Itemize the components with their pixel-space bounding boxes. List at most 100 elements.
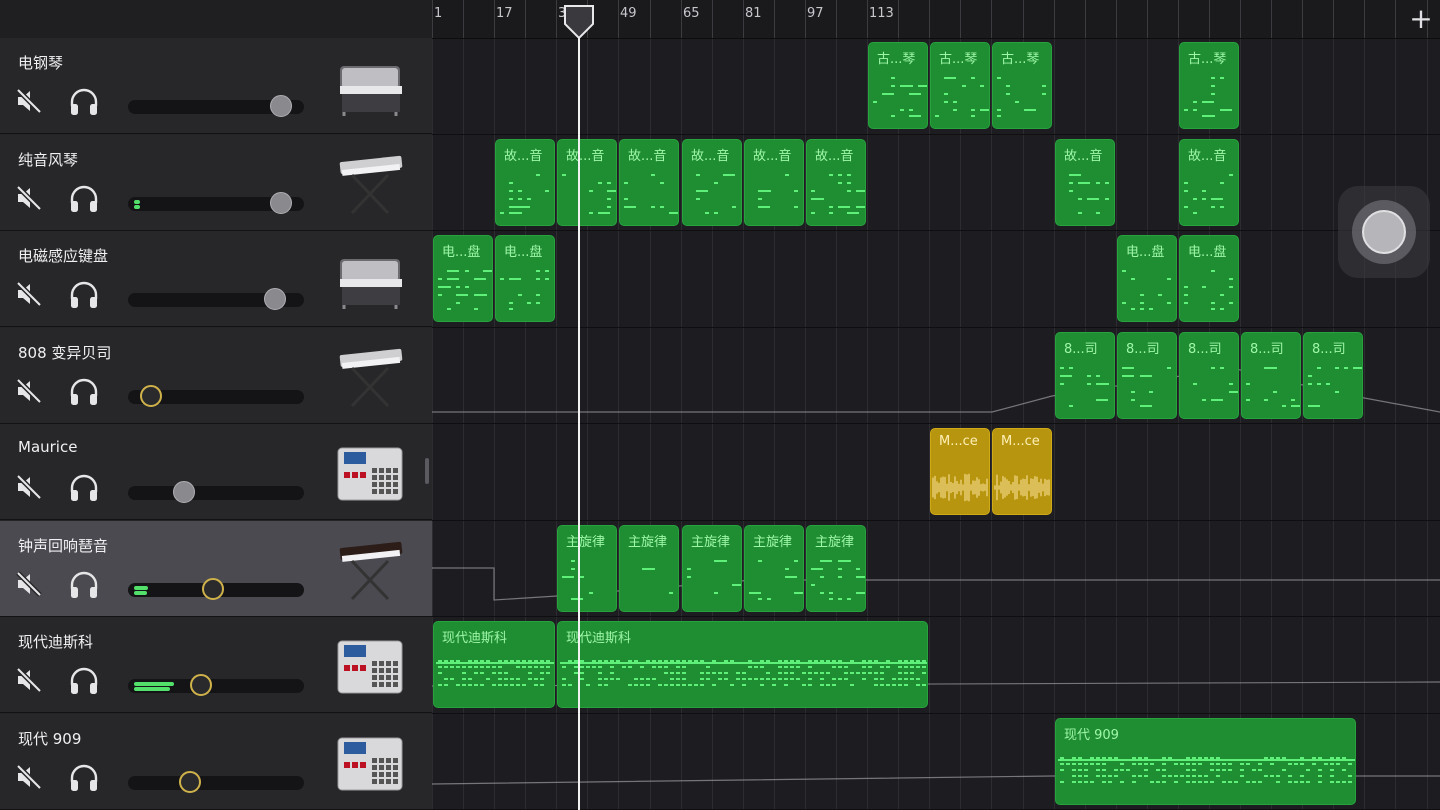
panel-resize-handle[interactable]: [425, 458, 429, 484]
midi-note: [1264, 757, 1268, 759]
track-header[interactable]: Maurice: [0, 424, 432, 520]
track-header[interactable]: 纯音风琴: [0, 134, 432, 231]
midi-note: [1084, 769, 1088, 771]
midi-note: [802, 684, 806, 686]
region[interactable]: 古...琴: [992, 42, 1052, 129]
region[interactable]: 8...司: [1055, 332, 1115, 419]
region[interactable]: 8...司: [1241, 332, 1301, 419]
playhead-handle[interactable]: [562, 4, 596, 40]
midi-note: [1140, 294, 1144, 296]
midi-note: [1102, 757, 1106, 759]
midi-note: [483, 294, 487, 296]
solo-button[interactable]: [68, 281, 100, 309]
mute-button[interactable]: [15, 570, 43, 597]
mute-button[interactable]: [15, 377, 43, 404]
midi-note: [785, 174, 789, 176]
region[interactable]: 故...音: [557, 139, 617, 226]
region[interactable]: 电...盘: [433, 235, 493, 322]
region[interactable]: 古...琴: [930, 42, 990, 129]
region[interactable]: 现代迪斯科: [557, 621, 928, 708]
region[interactable]: 故...音: [619, 139, 679, 226]
region[interactable]: 电...盘: [495, 235, 555, 322]
region[interactable]: 故...音: [1179, 139, 1239, 226]
solo-button[interactable]: [68, 667, 100, 695]
volume-knob[interactable]: [179, 770, 202, 793]
midi-note: [1211, 77, 1215, 79]
volume-slider[interactable]: [128, 384, 304, 407]
midi-note: [758, 198, 762, 200]
solo-button[interactable]: [68, 378, 100, 406]
midi-note: [1252, 781, 1256, 783]
region[interactable]: 现代 909: [1055, 718, 1356, 805]
midi-note: [829, 206, 833, 208]
volume-knob[interactable]: [201, 577, 224, 600]
midi-note: [1258, 763, 1262, 765]
midi-note: [528, 660, 532, 662]
solo-button[interactable]: [68, 185, 100, 213]
mute-button[interactable]: [15, 88, 43, 114]
region[interactable]: 现代迪斯科: [433, 621, 555, 708]
region[interactable]: 故...音: [744, 139, 804, 226]
track-header[interactable]: 钟声回响琶音: [0, 520, 432, 617]
region[interactable]: 故...音: [1055, 139, 1115, 226]
solo-button[interactable]: [68, 764, 100, 792]
volume-slider[interactable]: [128, 95, 304, 117]
region[interactable]: M...ce: [992, 428, 1052, 515]
solo-button[interactable]: [68, 571, 100, 599]
region[interactable]: 故...音: [495, 139, 555, 226]
midi-note: [652, 678, 656, 680]
region[interactable]: 8...司: [1117, 332, 1177, 419]
tracks-area[interactable]: 1173349658197113 古...琴古...琴古...琴古...琴故..…: [432, 0, 1440, 810]
midi-note: [794, 206, 798, 208]
volume-slider[interactable]: [128, 191, 304, 214]
region[interactable]: 电...盘: [1117, 235, 1177, 322]
volume-slider[interactable]: [128, 674, 304, 696]
track-header[interactable]: 电磁感应键盘: [0, 231, 432, 327]
mute-button[interactable]: [15, 184, 43, 211]
region[interactable]: 主旋律: [744, 525, 804, 612]
midi-note: [607, 198, 611, 200]
region[interactable]: 故...音: [806, 139, 866, 226]
region[interactable]: 古...琴: [1179, 42, 1239, 129]
midi-note: [874, 684, 878, 686]
region[interactable]: 主旋律: [806, 525, 866, 612]
solo-button[interactable]: [68, 88, 100, 116]
region[interactable]: 故...音: [682, 139, 742, 226]
mute-button[interactable]: [15, 281, 43, 307]
volume-slider[interactable]: [128, 770, 304, 793]
assistive-touch-button[interactable]: [1338, 186, 1430, 278]
midi-note: [706, 672, 710, 674]
region[interactable]: 古...琴: [868, 42, 928, 129]
region[interactable]: 主旋律: [619, 525, 679, 612]
track-header[interactable]: 现代 909: [0, 713, 432, 810]
region[interactable]: 主旋律: [682, 525, 742, 612]
midi-note: [1069, 182, 1073, 184]
region-notes: [935, 77, 989, 117]
volume-slider[interactable]: [128, 481, 304, 503]
volume-knob[interactable]: [173, 481, 196, 503]
midi-note: [509, 278, 521, 280]
midi-note: [760, 684, 764, 686]
region[interactable]: 8...司: [1179, 332, 1239, 419]
region[interactable]: M...ce: [930, 428, 990, 515]
midi-note: [838, 174, 842, 176]
add-track-button[interactable]: +: [1406, 4, 1436, 34]
midi-note: [766, 678, 770, 680]
solo-button[interactable]: [68, 474, 100, 502]
mute-button[interactable]: [15, 763, 43, 790]
mute-button[interactable]: [15, 474, 43, 500]
region[interactable]: 电...盘: [1179, 235, 1239, 322]
volume-slider[interactable]: [128, 288, 304, 310]
speaker-muted-icon: [16, 184, 42, 211]
track-header[interactable]: 电钢琴: [0, 38, 432, 134]
mute-button[interactable]: [15, 667, 43, 693]
volume-knob[interactable]: [189, 674, 212, 696]
track-header[interactable]: 808 变异贝司: [0, 327, 432, 424]
volume-slider[interactable]: [128, 577, 304, 600]
volume-knob[interactable]: [270, 191, 293, 214]
region[interactable]: 主旋律: [557, 525, 617, 612]
region-notes: [994, 474, 1050, 501]
region[interactable]: 8...司: [1303, 332, 1363, 419]
track-header[interactable]: 现代迪斯科: [0, 617, 432, 713]
volume-knob[interactable]: [139, 384, 162, 407]
